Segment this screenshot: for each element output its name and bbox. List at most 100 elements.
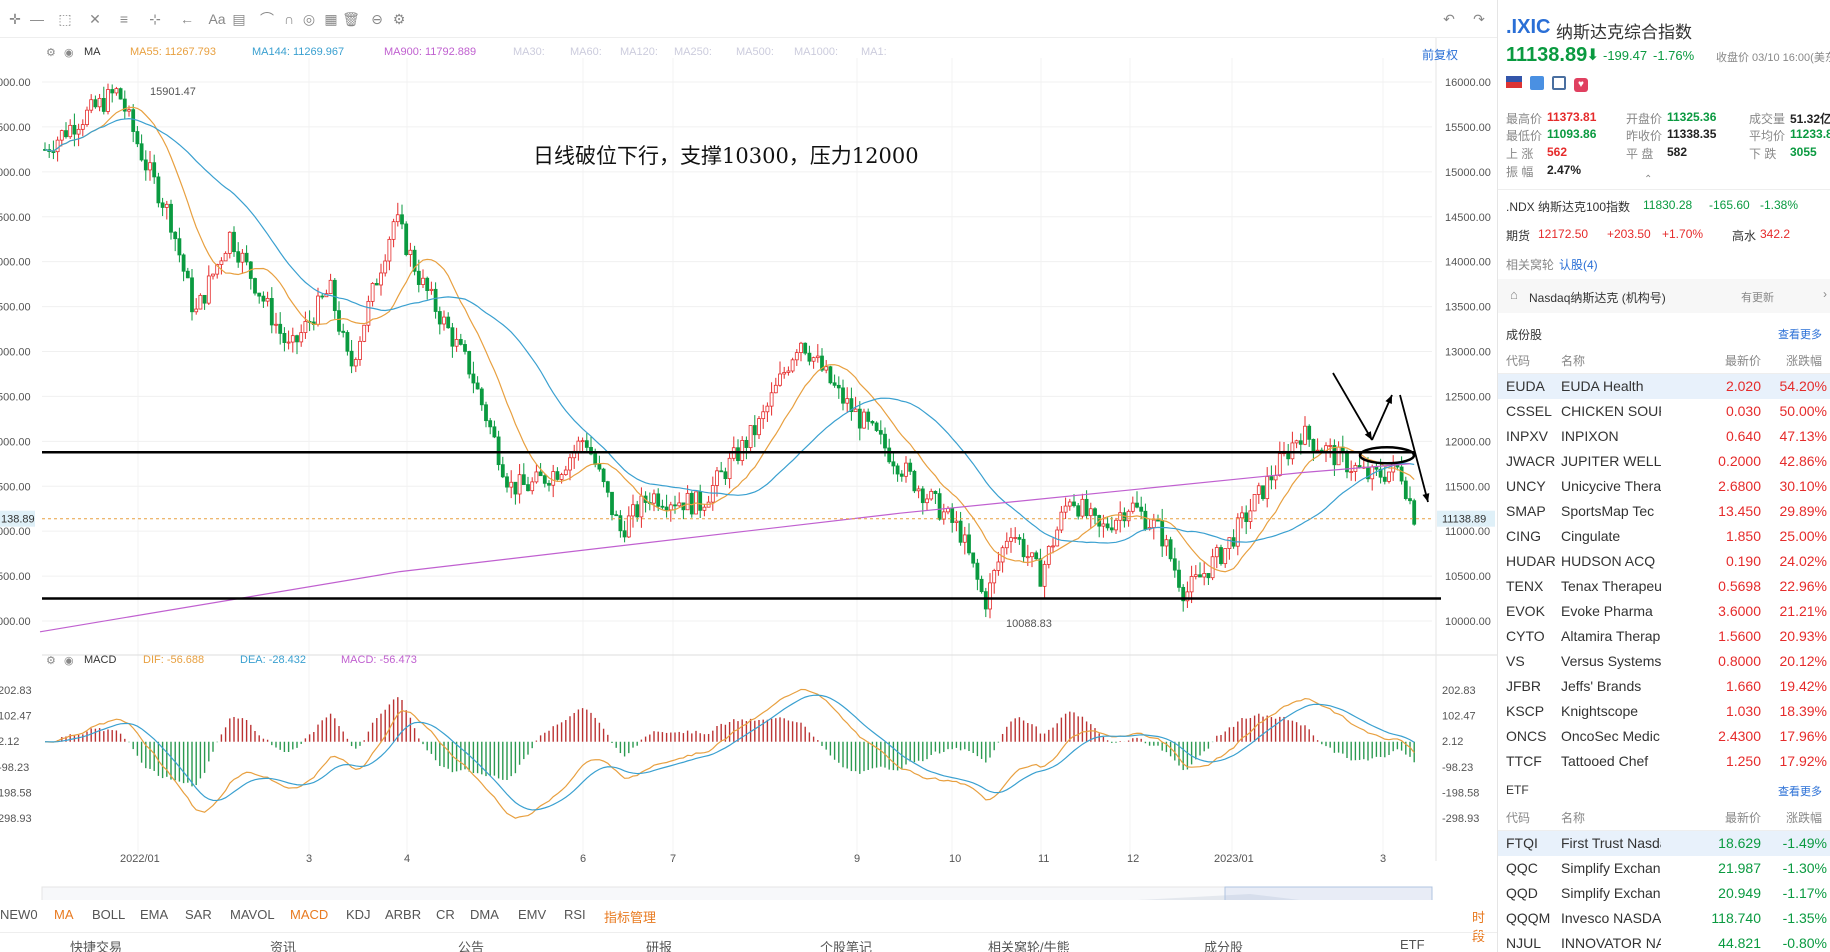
table-row[interactable]: QQD Simplify Exchange 20.949 -1.17%: [1498, 881, 1830, 906]
components-more-link[interactable]: 查看更多: [1778, 326, 1822, 342]
column-header[interactable]: 代码: [1506, 349, 1530, 374]
table-row[interactable]: JFBR Jeffs' Brands 1.660 19.42%: [1498, 674, 1830, 699]
table-row[interactable]: HUDAR HUDSON ACQ 0.190 24.02%: [1498, 549, 1830, 574]
measure-icon[interactable]: ⊹: [146, 10, 164, 28]
table-row[interactable]: VS Versus Systems 0.8000 20.12%: [1498, 649, 1830, 674]
rect-icon[interactable]: ⬚: [56, 10, 74, 28]
ma-inactive-label[interactable]: MA30:: [513, 46, 545, 58]
ma-label[interactable]: MA: [84, 46, 101, 58]
table-row[interactable]: TENX Tenax Therapeu 0.5698 22.96%: [1498, 574, 1830, 599]
indicator-tab[interactable]: DMA: [470, 907, 499, 922]
table-row[interactable]: NJUL INNOVATOR NAS 44.821 -0.80%: [1498, 931, 1830, 952]
trash-icon[interactable]: 🗑: [342, 10, 360, 28]
ma-inactive-label[interactable]: MA60:: [570, 46, 602, 58]
table-row[interactable]: CYTO Altamira Therap 1.5600 20.93%: [1498, 624, 1830, 649]
table-row[interactable]: FTQI First Trust Nasdaq 18.629 -1.49%: [1498, 831, 1830, 856]
chart-canvas[interactable]: 16000.00 15500.00 15000.00 14500.00 14000.00…: [0, 38, 1497, 900]
ruler-icon[interactable]: ⌒: [258, 10, 276, 28]
bottom-tab[interactable]: 个股笔记: [820, 937, 872, 952]
column-header[interactable]: 最新价: [1701, 349, 1761, 374]
bottom-tab[interactable]: 成分股: [1204, 937, 1243, 952]
channel-icon[interactable]: ≡: [115, 10, 133, 28]
settings-icon[interactable]: ⚙: [46, 46, 56, 59]
related-link[interactable]: 认股(4): [1559, 256, 1598, 273]
bottom-tab[interactable]: 快捷交易: [70, 937, 122, 952]
indicator-tab[interactable]: RSI: [564, 907, 586, 922]
table-row[interactable]: EUDA EUDA Health 2.020 54.20%: [1498, 374, 1830, 399]
indicator-tab[interactable]: MA: [54, 907, 74, 922]
indicator-tab[interactable]: EMV: [518, 907, 546, 922]
collapse-icon[interactable]: ⌃: [1644, 174, 1652, 185]
comment-icon[interactable]: ▤: [230, 10, 248, 28]
table-row[interactable]: EVOK Evoke Pharma 3.6000 21.21%: [1498, 599, 1830, 624]
eye-icon[interactable]: ▦: [322, 10, 340, 28]
table-row[interactable]: SMAP SportsMap Tec 13.450 29.89%: [1498, 499, 1830, 524]
target-ellipse[interactable]: [1358, 446, 1416, 465]
ma-inactive-label[interactable]: MA120:: [620, 46, 658, 58]
line-icon[interactable]: —: [28, 10, 46, 28]
indicator-tab[interactable]: 指标管理: [604, 907, 656, 926]
ma-inactive-label[interactable]: MA1:: [861, 46, 887, 58]
column-header[interactable]: 代码: [1506, 806, 1530, 831]
table-row[interactable]: CSSEL CHICKEN SOUP 0.030 50.00%: [1498, 399, 1830, 424]
crosshair-icon[interactable]: ✛: [6, 10, 24, 28]
table-row[interactable]: QQC Simplify Exchange 21.987 -1.30%: [1498, 856, 1830, 881]
settings-icon[interactable]: ⚙: [390, 10, 408, 28]
text-icon[interactable]: Aa: [208, 10, 226, 28]
redo-icon[interactable]: ↷: [1470, 10, 1488, 28]
etf-more-link[interactable]: 查看更多: [1778, 783, 1822, 799]
favorite-icon[interactable]: ♥: [1574, 76, 1588, 92]
forecast-arrows[interactable]: [1332, 372, 1430, 503]
arrow-icon[interactable]: ←: [178, 10, 196, 28]
overview-window[interactable]: [1224, 886, 1433, 900]
column-header[interactable]: 最新价: [1701, 806, 1761, 831]
indicator-tab[interactable]: MACD: [290, 907, 328, 922]
indicator-tab[interactable]: NEW0: [0, 907, 38, 922]
doc-icon[interactable]: [1552, 76, 1566, 93]
undo-icon[interactable]: ↶: [1440, 10, 1458, 28]
news-text[interactable]: Nasdaq纳斯达克 (机构号): [1529, 289, 1666, 306]
fib-icon[interactable]: ✕: [86, 10, 104, 28]
ma-inactive-label[interactable]: MA250:: [674, 46, 712, 58]
column-header[interactable]: 名称: [1561, 349, 1585, 374]
restore-button[interactable]: 前复权: [1422, 46, 1458, 63]
table-row[interactable]: QQQM Invesco NASDAQ 118.740 -1.35%: [1498, 906, 1830, 931]
table-row[interactable]: ONCS OncoSec Medic 2.4300 17.96%: [1498, 724, 1830, 749]
ndx-name[interactable]: .NDX 纳斯达克100指数: [1506, 198, 1630, 215]
bottom-tab[interactable]: ETF: [1400, 937, 1425, 952]
table-row[interactable]: TTCF Tattooed Chef 1.250 17.92%: [1498, 749, 1830, 774]
bottom-tab[interactable]: 相关窝轮/牛熊: [988, 937, 1070, 952]
table-row[interactable]: CING Cingulate 1.850 25.00%: [1498, 524, 1830, 549]
indicator-tab[interactable]: KDJ: [346, 907, 371, 922]
indicator-tab[interactable]: BOLL: [92, 907, 125, 922]
indicator-tab[interactable]: MAVOL: [230, 907, 275, 922]
column-header[interactable]: 名称: [1561, 806, 1585, 831]
ma-inactive-label[interactable]: MA1000:: [794, 46, 838, 58]
table-row[interactable]: JWACR JUPITER WELLNE 0.2000 42.86%: [1498, 449, 1830, 474]
left-axis-label: 000.00: [0, 167, 31, 179]
indicator-tab[interactable]: ARBR: [385, 907, 421, 922]
eye-icon[interactable]: ◉: [64, 46, 74, 59]
settings-icon[interactable]: ⚙: [46, 654, 56, 667]
macd-label[interactable]: MACD: [84, 654, 116, 666]
column-header[interactable]: 涨跌幅: [1756, 349, 1822, 374]
eye-icon[interactable]: ◉: [64, 654, 74, 667]
indicator-tab[interactable]: EMA: [140, 907, 168, 922]
indicator-tab[interactable]: CR: [436, 907, 455, 922]
lock-icon[interactable]: ◎: [300, 10, 318, 28]
bottom-tab[interactable]: 公告: [458, 937, 484, 952]
link-icon[interactable]: ⊖: [368, 10, 386, 28]
bolt-icon[interactable]: [1530, 76, 1544, 93]
table-row[interactable]: KSCP Knightscope 1.030 18.39%: [1498, 699, 1830, 724]
table-row[interactable]: UNCY Unicycive Thera 2.6800 30.10%: [1498, 474, 1830, 499]
bottom-tab[interactable]: 研报: [646, 937, 672, 952]
annotation-text[interactable]: 日线破位下行，支撑10300，压力12000: [533, 144, 919, 168]
magnet-icon[interactable]: ∩: [280, 10, 298, 28]
ma-inactive-label[interactable]: MA500:: [736, 46, 774, 58]
column-header[interactable]: 涨跌幅: [1756, 806, 1822, 831]
indicator-tab[interactable]: SAR: [185, 907, 212, 922]
table-row[interactable]: INPXV INPIXON 0.640 47.13%: [1498, 424, 1830, 449]
candle-body: [274, 323, 278, 326]
bottom-tab[interactable]: 资讯: [270, 937, 296, 952]
chevron-right-icon[interactable]: ›: [1823, 287, 1827, 301]
